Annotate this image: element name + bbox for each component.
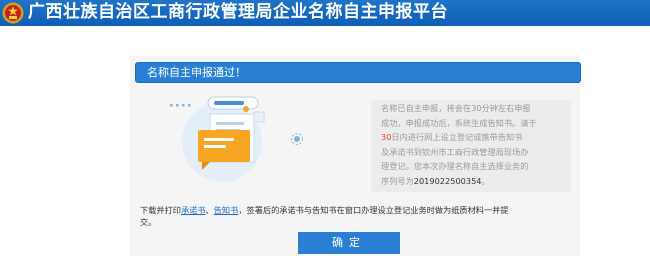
info-line: 30日内进行网上设立登记或携带告知书 <box>381 132 523 142</box>
national-emblem-icon <box>2 2 24 24</box>
download-note: 下载并打印承诺书、告知书，签署后的承诺书与告知书在窗口办理设立登记业务时做为纸质… <box>140 205 509 227</box>
info-line: 及承诺书到钦州市工商行政管理局现场办 <box>381 146 529 157</box>
document-illustration-icon <box>170 96 303 182</box>
info-line: 理登记。您本次办理名称自主选择业务的 <box>381 161 529 171</box>
info-line: 成功，申报成功后，系统生成告知书。请于 <box>381 117 537 128</box>
info-message: 名称已自主申报，将会在30分钟左右申报 成功，申报成功后，系统生成告知书。请于 … <box>371 100 571 192</box>
confirm-button[interactable]: 确定 <box>298 232 400 254</box>
panel-title: 名称自主申报通过！ <box>147 66 246 79</box>
commitment-letter-link[interactable]: 承诺书 <box>181 205 206 215</box>
panel-header: 名称自主申报通过！ <box>135 62 581 83</box>
notice-letter-link[interactable]: 告知书 <box>214 205 239 215</box>
site-header: 广西壮族自治区工商行政管理局企业名称自主申报平台 <box>0 0 650 26</box>
info-line: 名称已自主申报，将会在30分钟左右申报 <box>381 103 531 113</box>
serial-number: 2019022500354 <box>413 175 482 186</box>
page-title: 广西壮族自治区工商行政管理局企业名称自主申报平台 <box>28 2 448 22</box>
info-line: 序列号为2019022500354。 <box>381 175 490 186</box>
days-highlight: 30 <box>381 132 392 142</box>
